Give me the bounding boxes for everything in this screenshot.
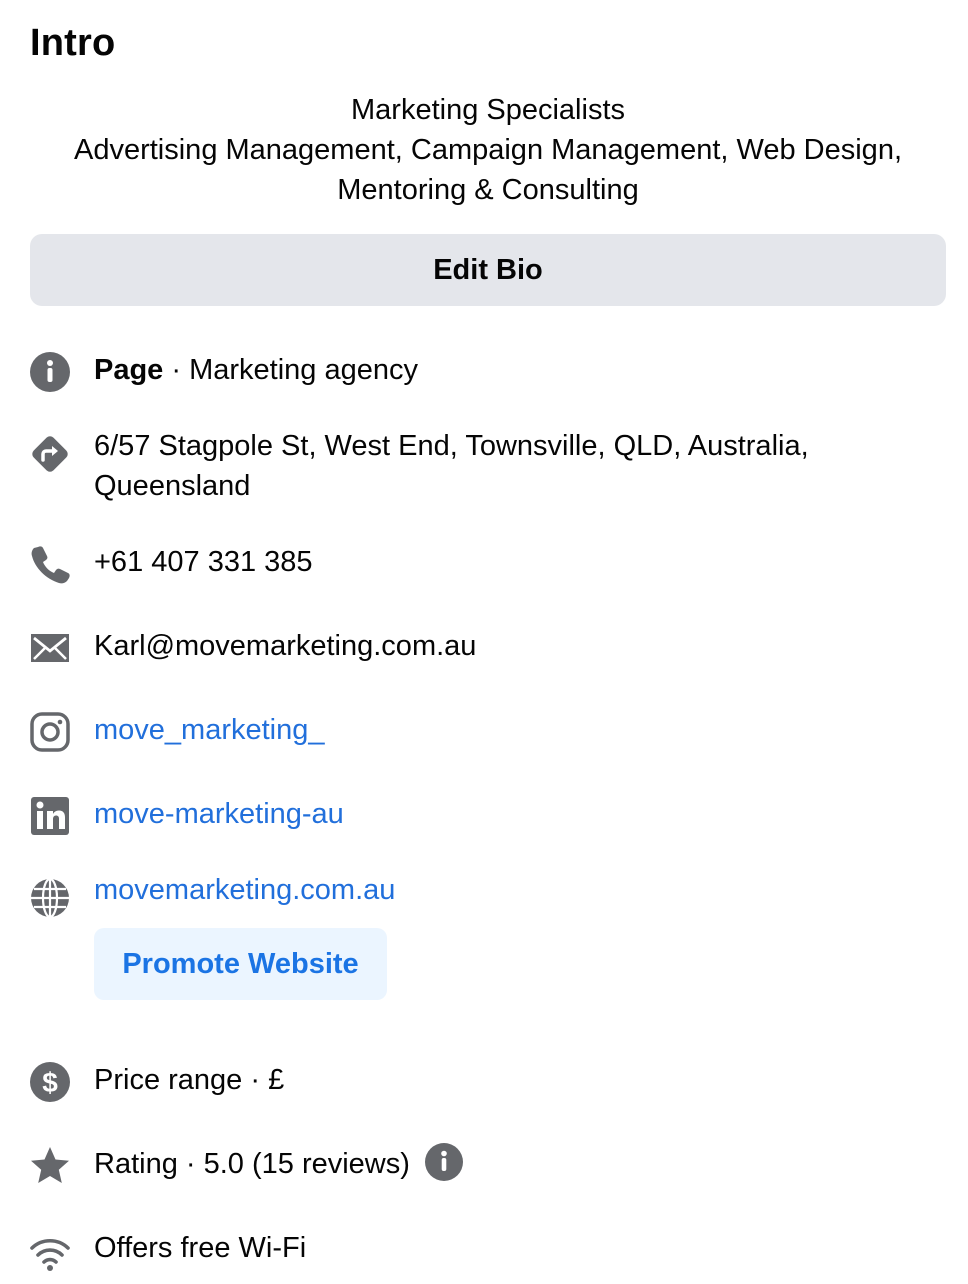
email-text: Karl@movemarketing.com.au [94, 630, 477, 662]
linkedin-link[interactable]: move-marketing-au [94, 794, 928, 834]
globe-icon [28, 876, 72, 920]
category-label: Page [94, 354, 164, 386]
website-link[interactable]: movemarketing.com.au [94, 870, 928, 910]
wifi-icon [28, 1230, 72, 1274]
email-icon [28, 626, 72, 670]
bio-text: Marketing Specialists Advertising Manage… [30, 90, 946, 210]
instagram-link[interactable]: move_marketing_ [94, 710, 928, 750]
bio-line: Marketing Specialists [351, 94, 625, 126]
phone-icon [28, 542, 72, 586]
star-icon [28, 1144, 72, 1188]
price-text: Price range · £ [94, 1064, 285, 1096]
instagram-icon [28, 710, 72, 754]
rating-text: Rating · 5.0 (15 reviews) [94, 1148, 410, 1180]
promote-website-button[interactable]: Promote Website [94, 928, 387, 1000]
address-line: Queensland [94, 470, 251, 502]
edit-bio-button[interactable]: Edit Bio [30, 234, 946, 306]
intro-title: Intro [30, 22, 116, 64]
dollar-icon: $ [28, 1060, 72, 1104]
svg-text:$: $ [42, 1067, 58, 1098]
address-line: 6/57 Stagpole St, West End, Townsville, … [94, 430, 809, 462]
bio-line: Mentoring & Consulting [337, 174, 639, 206]
linkedin-icon [28, 794, 72, 838]
phone-text: +61 407 331 385 [94, 546, 313, 578]
rating-info-icon[interactable] [424, 1142, 464, 1182]
wifi-text: Offers free Wi-Fi [94, 1232, 307, 1264]
bio-line: Advertising Management, Campaign Managem… [73, 134, 902, 166]
category-value: · Marketing agency [163, 354, 418, 386]
directions-icon [28, 432, 72, 476]
info-icon [28, 350, 72, 394]
